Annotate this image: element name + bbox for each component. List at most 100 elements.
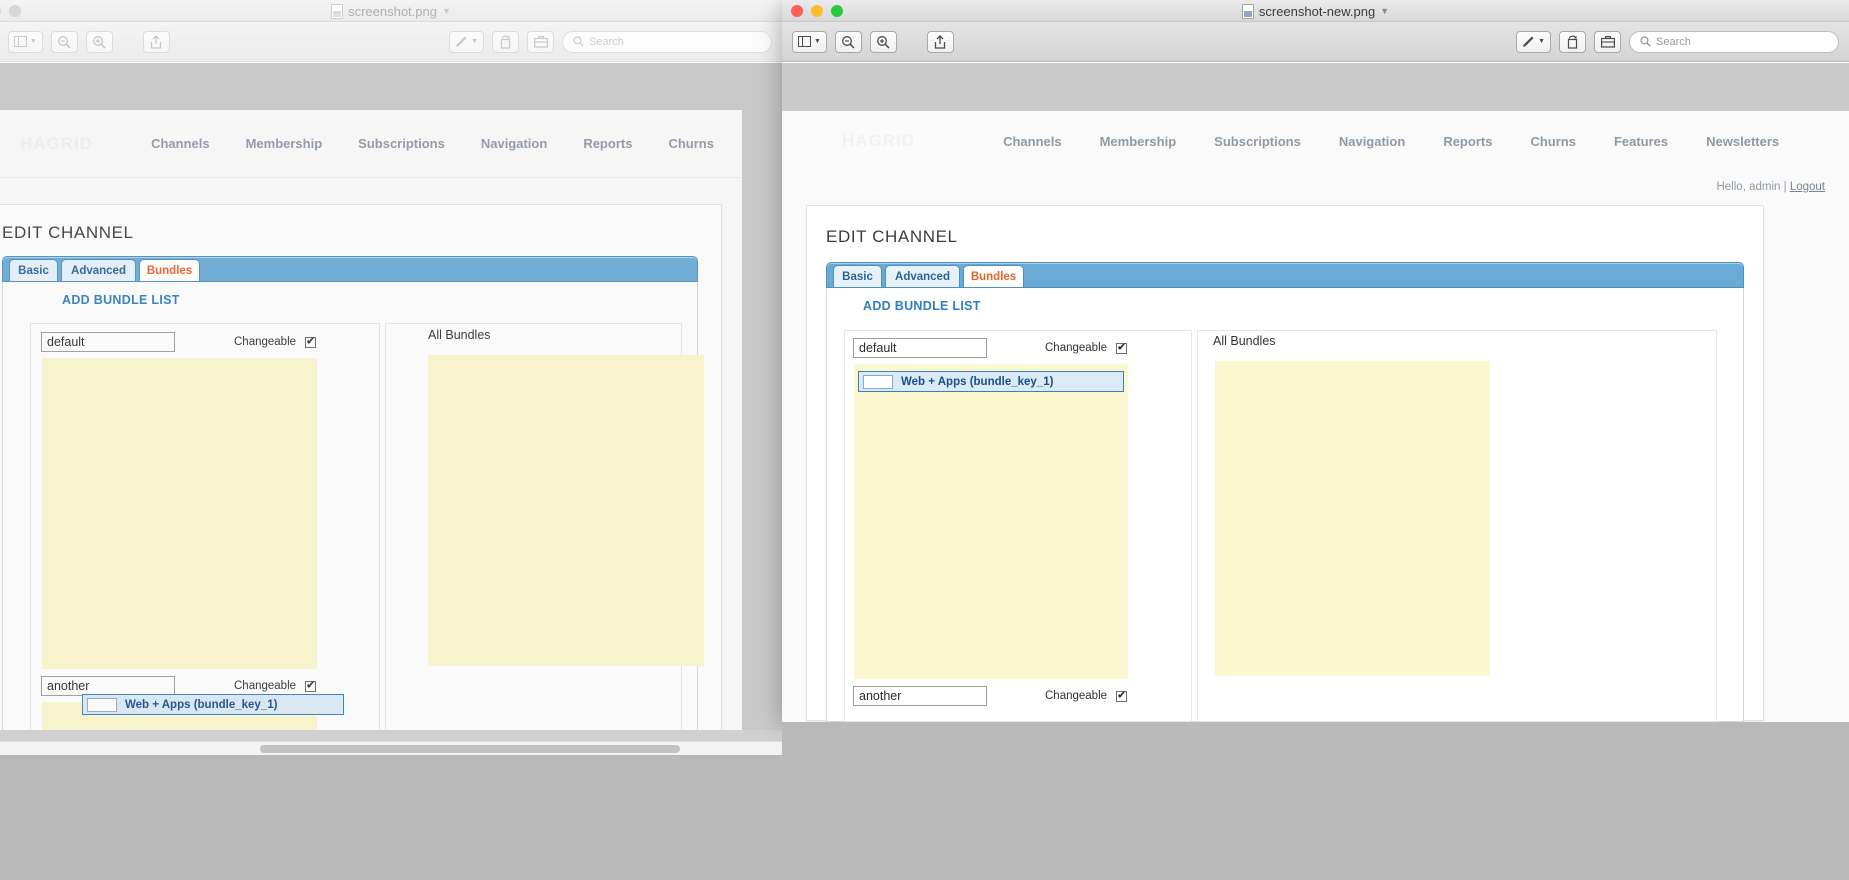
chevron-down-icon: ▼ bbox=[30, 38, 37, 45]
bundle-item[interactable]: Web + Apps (bundle_key_1) bbox=[858, 371, 1124, 392]
bundle-list-row-default-right: default Changeable bbox=[853, 338, 1183, 358]
tab-basic[interactable]: Basic bbox=[9, 259, 58, 281]
bundle-dropzone-another-left[interactable]: Web + Apps (bundle_key_1) bbox=[42, 694, 344, 730]
nav-item-subscriptions[interactable]: Subscriptions bbox=[358, 136, 445, 151]
nav-item-reports[interactable]: Reports bbox=[1443, 134, 1492, 149]
nav-item-churns[interactable]: Churns bbox=[668, 136, 714, 151]
markup-toolbar-button[interactable] bbox=[1594, 30, 1621, 53]
search-input[interactable]: Search bbox=[562, 30, 772, 53]
desktop: screenshot.png ▼ ▼ ▼ Search HAGRID Chann… bbox=[0, 0, 1849, 880]
bundle-list-name-input-another[interactable]: another bbox=[41, 676, 175, 696]
nav-item-reports[interactable]: Reports bbox=[583, 136, 632, 151]
bundle-list-name-input-default[interactable]: default bbox=[853, 338, 987, 358]
nav-item-membership[interactable]: Membership bbox=[246, 136, 323, 151]
nav-item-navigation[interactable]: Navigation bbox=[1339, 134, 1405, 149]
add-bundle-list-link-right[interactable]: ADD BUNDLE LIST bbox=[863, 299, 981, 313]
share-button[interactable] bbox=[142, 30, 170, 53]
brand-logo[interactable]: HAGRID bbox=[20, 134, 93, 154]
preview-window-right[interactable]: screenshot-new.png ▼ ▼ ▼ Search HAGRID C… bbox=[782, 0, 1849, 722]
nav-item-navigation[interactable]: Navigation bbox=[481, 136, 547, 151]
zoom-in-button[interactable] bbox=[869, 30, 897, 53]
bundle-lists-panel-left: default Changeable another bbox=[30, 323, 380, 730]
toolkit-icon bbox=[533, 36, 548, 48]
nav-item-churns[interactable]: Churns bbox=[1530, 134, 1576, 149]
tab-bundles[interactable]: Bundles bbox=[139, 259, 200, 281]
all-bundles-dropzone-right[interactable] bbox=[1215, 361, 1490, 676]
changeable-checkbox-another[interactable] bbox=[1116, 690, 1128, 702]
brand-logo[interactable]: HAGRID bbox=[842, 131, 915, 151]
bundle-list-name-input-another[interactable]: another bbox=[853, 686, 987, 706]
chevron-down-icon[interactable]: ▼ bbox=[442, 6, 451, 16]
changeable-checkbox-default[interactable] bbox=[1116, 342, 1128, 354]
tabstrip-left[interactable]: Basic Advanced Bundles bbox=[2, 256, 698, 282]
horizontal-scrollbar-left[interactable] bbox=[0, 741, 782, 755]
tab-advanced[interactable]: Advanced bbox=[885, 265, 960, 287]
toolbar-left[interactable]: ▼ ▼ Search bbox=[0, 22, 782, 62]
titlebar-right: screenshot-new.png ▼ bbox=[782, 0, 1849, 22]
scrollbar-thumb[interactable] bbox=[260, 745, 680, 753]
navbar-right: HAGRID Channels Membership Subscriptions… bbox=[782, 111, 1849, 171]
changeable-label-default: Changeable bbox=[234, 336, 297, 348]
bundle-list-name-value: another bbox=[47, 679, 90, 693]
document-icon bbox=[331, 3, 344, 19]
markup-toolbar-button[interactable] bbox=[527, 30, 554, 53]
markup-button[interactable]: ▼ bbox=[1516, 30, 1551, 53]
search-placeholder: Search bbox=[589, 35, 624, 48]
rotate-button[interactable] bbox=[492, 30, 519, 53]
rotate-button[interactable] bbox=[1559, 30, 1586, 53]
changeable-checkbox-default[interactable] bbox=[305, 336, 317, 348]
changeable-checkbox-another[interactable] bbox=[305, 680, 317, 692]
nav-item-subscriptions[interactable]: Subscriptions bbox=[1214, 134, 1301, 149]
sidebar-button[interactable]: ▼ bbox=[792, 30, 827, 53]
zoom-out-button[interactable] bbox=[834, 30, 862, 53]
bundle-dropzone-default-left[interactable] bbox=[42, 358, 317, 669]
markup-button[interactable]: ▼ bbox=[449, 30, 484, 53]
preview-canvas-right: HAGRID Channels Membership Subscriptions… bbox=[782, 63, 1849, 722]
bundle-list-name-value: another bbox=[859, 689, 902, 703]
preview-window-left[interactable]: screenshot.png ▼ ▼ ▼ Search HAGRID Chann… bbox=[0, 0, 782, 755]
bundle-drag-handle[interactable] bbox=[87, 697, 117, 712]
toolbar-right[interactable]: ▼ ▼ Search bbox=[782, 22, 1849, 62]
desktop-right-strip bbox=[782, 722, 1849, 880]
bundle-item-label: Web + Apps (bundle_key_1) bbox=[901, 375, 1054, 388]
bundle-item[interactable]: Web + Apps (bundle_key_1) bbox=[82, 694, 344, 715]
tab-bundles[interactable]: Bundles bbox=[963, 265, 1024, 287]
nav-item-channels[interactable]: Channels bbox=[151, 136, 210, 151]
tab-basic[interactable]: Basic bbox=[833, 265, 882, 287]
all-bundles-panel-left: All Bundles bbox=[385, 323, 704, 730]
toolkit-icon bbox=[1600, 36, 1615, 48]
webpage-left: HAGRID Channels Membership Subscriptions… bbox=[0, 110, 742, 730]
bundle-dropzone-default-right[interactable]: Web + Apps (bundle_key_1) bbox=[854, 364, 1128, 679]
page-title-right: EDIT CHANNEL bbox=[826, 227, 958, 246]
logout-link[interactable]: Logout bbox=[1790, 181, 1825, 193]
nav-item-features[interactable]: Features bbox=[1614, 134, 1668, 149]
add-bundle-list-link-left[interactable]: ADD BUNDLE LIST bbox=[62, 293, 180, 307]
bundle-list-name-value: default bbox=[47, 335, 85, 349]
share-icon bbox=[935, 34, 946, 49]
user-separator: | bbox=[1783, 181, 1787, 193]
nav-links-right[interactable]: Channels Membership Subscriptions Naviga… bbox=[1003, 134, 1779, 149]
nav-links-left[interactable]: Channels Membership Subscriptions Naviga… bbox=[151, 136, 742, 151]
nav-item-membership[interactable]: Membership bbox=[1100, 134, 1177, 149]
all-bundles-dropzone-left[interactable] bbox=[428, 355, 704, 666]
bundle-list-row-another-right: another Changeable bbox=[853, 686, 1183, 706]
tab-advanced[interactable]: Advanced bbox=[61, 259, 136, 281]
bundle-list-name-value: default bbox=[859, 341, 897, 355]
user-greeting: Hello, admin bbox=[1716, 181, 1781, 193]
bundle-drag-handle[interactable] bbox=[863, 374, 893, 389]
chevron-down-icon[interactable]: ▼ bbox=[1380, 6, 1389, 16]
zoom-out-icon bbox=[842, 35, 855, 49]
tabstrip-right[interactable]: Basic Advanced Bundles bbox=[826, 262, 1744, 288]
zoom-in-icon bbox=[877, 35, 890, 49]
nav-item-channels[interactable]: Channels bbox=[1003, 134, 1062, 149]
share-button[interactable] bbox=[926, 30, 954, 53]
sidebar-button[interactable]: ▼ bbox=[8, 30, 43, 53]
changeable-label-default: Changeable bbox=[1045, 342, 1108, 354]
user-menu-right[interactable]: Hello, admin | Logout bbox=[1716, 181, 1825, 193]
zoom-out-button[interactable] bbox=[50, 30, 78, 53]
search-input[interactable]: Search bbox=[1629, 30, 1839, 53]
bundle-list-name-input-default[interactable]: default bbox=[41, 332, 175, 352]
sidebar-icon bbox=[14, 36, 27, 47]
nav-item-newsletters[interactable]: Newsletters bbox=[1706, 134, 1779, 149]
zoom-in-button[interactable] bbox=[85, 30, 113, 53]
